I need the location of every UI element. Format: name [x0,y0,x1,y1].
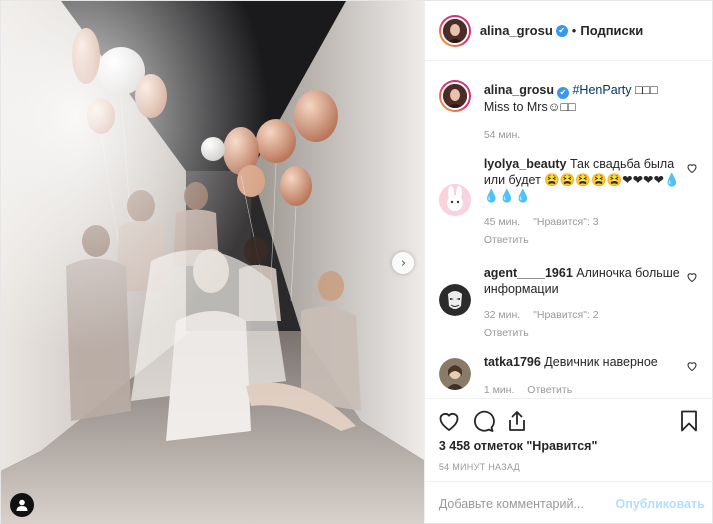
instagram-post: › alina_grosu ✔ • Подписки alina_grosu ✔… [0,0,713,524]
reply-button[interactable]: Ответить [484,327,529,339]
caption-text-line2: Miss to Mrs☺□□ [483,100,576,114]
party-photo-image [1,1,424,524]
verified-badge-icon: ✔ [555,24,568,37]
bunny-avatar-icon [438,184,471,216]
caption-text: □□□ [631,83,658,97]
user-tag-icon [16,499,28,511]
like-comment-heart-icon[interactable] [686,360,698,372]
comment-likes-count[interactable]: "Нравится": 2 [533,309,598,321]
post-header: alina_grosu ✔ • Подписки [424,1,713,61]
post-photo[interactable]: › [1,1,424,524]
post-actions: 3 458 отметок "Нравится" 54 МИНУТ НАЗАД [424,398,713,480]
likes-count[interactable]: 3 458 отметок "Нравится" [439,439,598,453]
mask-avatar-icon [438,284,471,316]
publish-button[interactable]: Опубликовать [616,497,705,511]
chevron-right-icon: › [400,255,407,271]
commenter-username-link[interactable]: agent____1961 [484,266,573,280]
portrait-avatar-icon [438,358,471,390]
post-timestamp[interactable]: 54 МИНУТ НАЗАД [439,462,520,472]
next-slide-button[interactable]: › [392,252,414,274]
author-username-link[interactable]: alina_grosu [480,23,553,38]
comment-bubble-icon[interactable] [471,409,495,433]
comment-text: Девичник наверное [544,355,658,369]
commenter-avatar[interactable] [438,184,471,216]
add-comment-bar: Опубликовать [424,481,713,524]
commenter-username-link[interactable]: tatka1796 [484,355,541,369]
post-side-panel: alina_grosu ✔ • Подписки alina_grosu ✔ #… [423,1,713,524]
commenter-avatar[interactable] [438,284,471,316]
comment-time: 45 мин. [483,216,521,228]
commenter-avatar[interactable] [438,358,471,390]
comments-list[interactable]: alina_grosu ✔ #HenParty □□□ Miss to Mrs☺□… [425,62,713,398]
caption-avatar[interactable] [438,80,471,112]
caption-avatar-image [442,84,467,108]
commenter-username-link[interactable]: lyolya_beauty [484,157,567,171]
comment-time: 32 мин. [483,309,521,321]
add-comment-input[interactable] [438,496,616,511]
bookmark-icon[interactable] [677,409,701,433]
reply-button[interactable]: Ответить [484,234,529,246]
verified-badge-icon: ✔ [556,87,569,99]
user-tag-button[interactable] [10,493,34,517]
caption-time: 54 мин. [483,129,521,141]
hashtag-link[interactable]: #HenParty [572,83,631,97]
comment-likes-count[interactable]: "Нравится": 3 [533,216,598,228]
like-comment-heart-icon[interactable] [686,271,698,283]
caption-username-link[interactable]: alina_grosu [484,83,554,97]
like-heart-icon[interactable] [437,409,461,433]
author-avatar-image [442,18,467,43]
following-button[interactable]: Подписки [580,23,643,38]
reply-button[interactable]: Ответить [527,384,572,396]
header-separator: • [571,23,577,38]
like-comment-heart-icon[interactable] [686,162,698,174]
comment-time: 1 мин. [483,384,515,396]
share-icon[interactable] [505,409,529,433]
author-avatar[interactable] [438,14,471,47]
